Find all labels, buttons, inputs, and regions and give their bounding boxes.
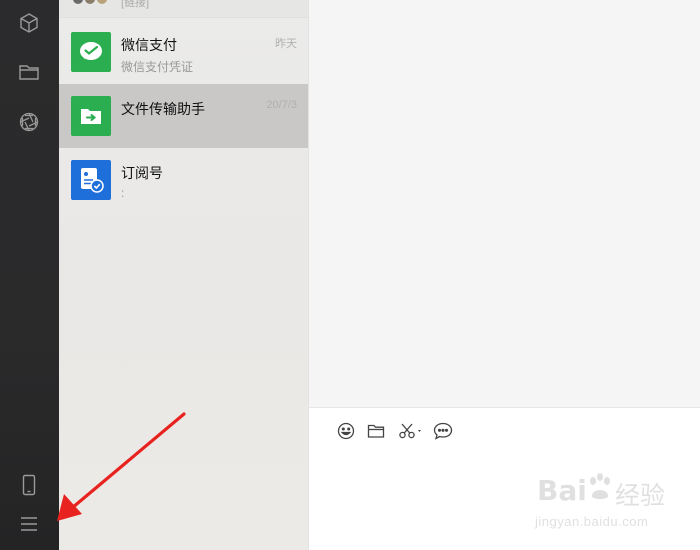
- chat-history-icon[interactable]: [433, 420, 453, 442]
- emoji-icon[interactable]: [337, 420, 355, 442]
- subscription-icon: [81, 168, 104, 193]
- left-nav-rail: [0, 0, 59, 550]
- avatar: [97, 0, 107, 4]
- folder-icon[interactable]: [367, 420, 385, 442]
- chat-list: [链接] 微信支付 微信支付凭证 昨天 文件传输助手 20/7/3 订阅号:: [59, 0, 309, 550]
- avatar: [73, 0, 83, 4]
- chat-item-title: 文件传输助手: [121, 101, 205, 117]
- file-transfer-icon: [81, 109, 101, 124]
- chat-item-title: 订阅号: [121, 165, 163, 181]
- chat-item-preview: 微信支付凭证: [121, 60, 194, 74]
- avatar: [85, 0, 95, 4]
- chat-item-time: 昨天: [275, 38, 297, 50]
- phone-icon[interactable]: [14, 470, 44, 500]
- chat-item-time: 20/7/3: [266, 99, 297, 111]
- menu-icon[interactable]: [14, 509, 44, 539]
- folder-icon[interactable]: [14, 57, 44, 87]
- mini-program-cube-icon[interactable]: [14, 8, 44, 38]
- list-item-subtitle: [链接]: [121, 0, 150, 9]
- chat-item-title: 微信支付: [121, 37, 177, 53]
- chat-item-subscriptions[interactable]: 订阅号 :: [59, 148, 308, 212]
- scissors-screenshot-icon[interactable]: [398, 420, 424, 442]
- moments-aperture-icon[interactable]: [14, 107, 44, 137]
- message-input-area[interactable]: [309, 407, 700, 550]
- avatar: [71, 160, 111, 200]
- chat-item-preview: :: [121, 186, 125, 200]
- chat-item-file-transfer[interactable]: 文件传输助手 20/7/3: [59, 84, 308, 148]
- list-item[interactable]: [链接]: [59, 0, 308, 18]
- wechat-pay-icon: [80, 42, 102, 60]
- chat-item-wechat-pay[interactable]: 微信支付 微信支付凭证 昨天: [59, 20, 308, 84]
- avatar: [71, 96, 111, 136]
- avatar: [71, 32, 111, 72]
- conversation-area: [309, 0, 700, 407]
